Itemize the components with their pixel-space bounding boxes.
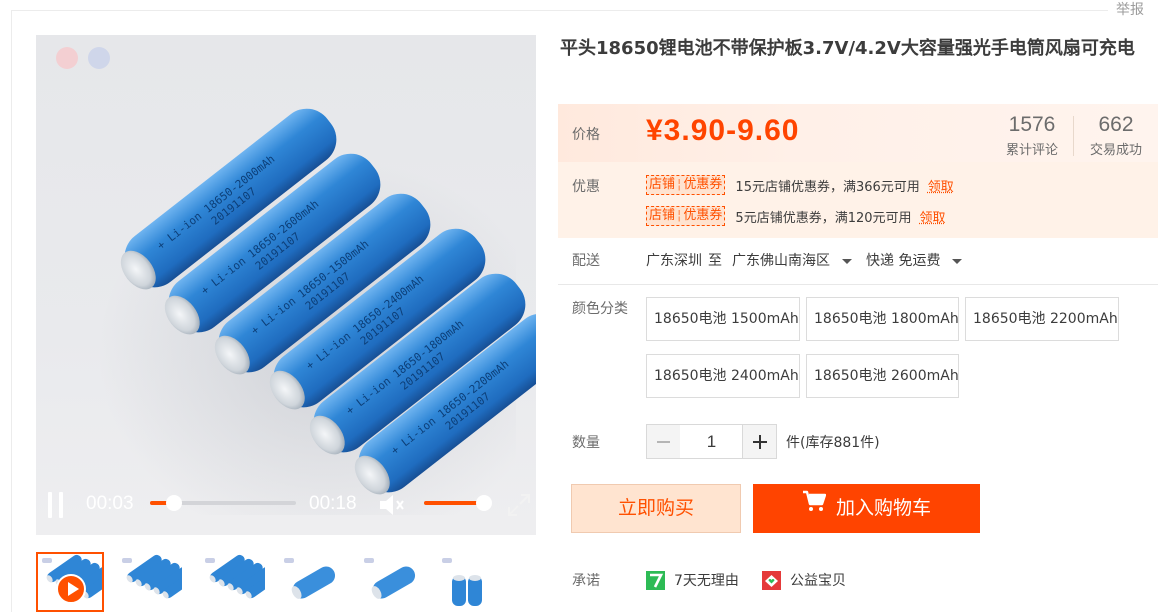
coupon-text: 5元店铺优惠券，满120元可用 (735, 210, 912, 226)
fullscreen-icon[interactable] (506, 492, 532, 518)
ship-destination-select[interactable]: 广东佛山南海区 (732, 250, 866, 270)
reviews-stat[interactable]: 1576 累计评论 (992, 112, 1072, 158)
reviews-count: 1576 (1008, 113, 1056, 136)
add-to-cart-button[interactable]: 加入购物车 (753, 484, 980, 533)
report-link[interactable]: 举报 (1108, 0, 1168, 20)
price-value: ¥3.90-9.60 (646, 114, 800, 147)
ship-from: 广东深圳 (646, 253, 702, 269)
promise-label: 承诺 (572, 573, 600, 589)
cart-icon (802, 482, 827, 531)
sku-option[interactable]: 18650电池 1500mAh (646, 297, 800, 341)
product-title: 平头18650锂电池不带保护板3.7V/4.2V大容量强光手电筒风扇可充电 (560, 38, 1135, 59)
thumbnail[interactable] (278, 552, 346, 612)
coupon-claim-link[interactable]: 领取 (920, 207, 946, 226)
thumbnail[interactable] (116, 552, 184, 612)
sales-label: 交易成功 (1089, 143, 1142, 158)
volume-knob[interactable] (476, 495, 492, 511)
battery-photo: + Li-ion 18650-2000mAh20191107+ Li-ion 1… (120, 108, 536, 495)
coupon-claim-link[interactable]: 领取 (928, 176, 954, 195)
promise-text: 7天无理由 (674, 573, 739, 589)
price-label: 价格 (572, 127, 600, 143)
price-row: 价格 ¥3.90-9.60 1576 累计评论 662 交易成功 (558, 104, 1158, 162)
pause-icon[interactable] (46, 492, 66, 518)
seven-days-icon (646, 570, 665, 590)
play-icon (56, 574, 86, 604)
thumbnail-strip (36, 552, 536, 612)
mute-icon[interactable] (378, 492, 408, 518)
sku-option[interactable]: 18650电池 2200mAh (965, 297, 1119, 341)
thumbnail[interactable] (36, 552, 104, 612)
sales-stat: 662 交易成功 (1076, 112, 1156, 158)
price-panel: 价格 ¥3.90-9.60 1576 累计评论 662 交易成功 优惠 店铺 ¦ 优… (558, 104, 1158, 238)
sales-count: 662 (1098, 113, 1134, 136)
ship-to-word: 至 (708, 253, 722, 269)
video-total-time: 00:18 (309, 493, 357, 514)
thumbnail[interactable] (199, 552, 267, 612)
quantity-increase-button[interactable] (742, 424, 777, 459)
buy-now-button[interactable]: 立即购买 (571, 484, 741, 533)
coupon-label: 优惠 (572, 179, 600, 195)
shipping-label: 配送 (572, 253, 600, 269)
stat-divider (1073, 116, 1074, 156)
stock-text: 件(库存881件) (786, 435, 880, 451)
quantity-decrease-button[interactable] (646, 424, 681, 459)
promise-text: 公益宝贝 (790, 573, 846, 589)
quantity-input[interactable]: 1 (680, 424, 743, 459)
chevron-down-icon (952, 258, 963, 264)
coupon-tag: 店铺 ¦ 优惠券 (646, 206, 726, 226)
promise-item[interactable]: 公益宝贝 (762, 570, 846, 590)
video-current-time: 00:03 (86, 493, 134, 514)
volume-slider[interactable] (424, 495, 492, 511)
sku-option[interactable]: 18650电池 2400mAh (646, 354, 800, 398)
thumbnail[interactable] (436, 552, 504, 612)
coupon-text: 15元店铺优惠券，满366元可用 (735, 179, 920, 195)
sku-option[interactable]: 18650电池 2600mAh (806, 354, 959, 398)
thumbnail[interactable] (358, 552, 426, 612)
video-progress-bar[interactable] (150, 495, 296, 511)
reviews-label: 累计评论 (1005, 143, 1058, 158)
chevron-down-icon (842, 258, 852, 264)
add-to-cart-label: 加入购物车 (835, 497, 931, 519)
charity-icon (762, 570, 781, 590)
shipping-row: 广东深圳 至 广东佛山南海区 快递 免运费 (646, 250, 976, 270)
video-controls: 00:03 00:18 (36, 480, 536, 535)
coupon-item: 店铺 ¦ 优惠券 15元店铺优惠券，满366元可用 领取 (646, 174, 954, 196)
section-divider (558, 284, 1158, 285)
sku-label: 颜色分类 (572, 301, 628, 317)
sku-option[interactable]: 18650电池 1800mAh (806, 297, 959, 341)
main-product-image[interactable]: + Li-ion 18650-2000mAh 20191107 + Li-ion 1… (36, 35, 536, 535)
ship-method-select[interactable]: 快递 免运费 (866, 250, 976, 270)
promise-item[interactable]: 7天无理由 (646, 570, 739, 590)
coupon-tag: 店铺 ¦ 优惠券 (646, 175, 726, 195)
video-progress-knob[interactable] (166, 495, 183, 511)
coupon-item: 店铺 ¦ 优惠券 5元店铺优惠券，满120元可用 领取 (646, 205, 946, 227)
volume-fill (424, 501, 484, 505)
quantity-label: 数量 (572, 435, 600, 451)
